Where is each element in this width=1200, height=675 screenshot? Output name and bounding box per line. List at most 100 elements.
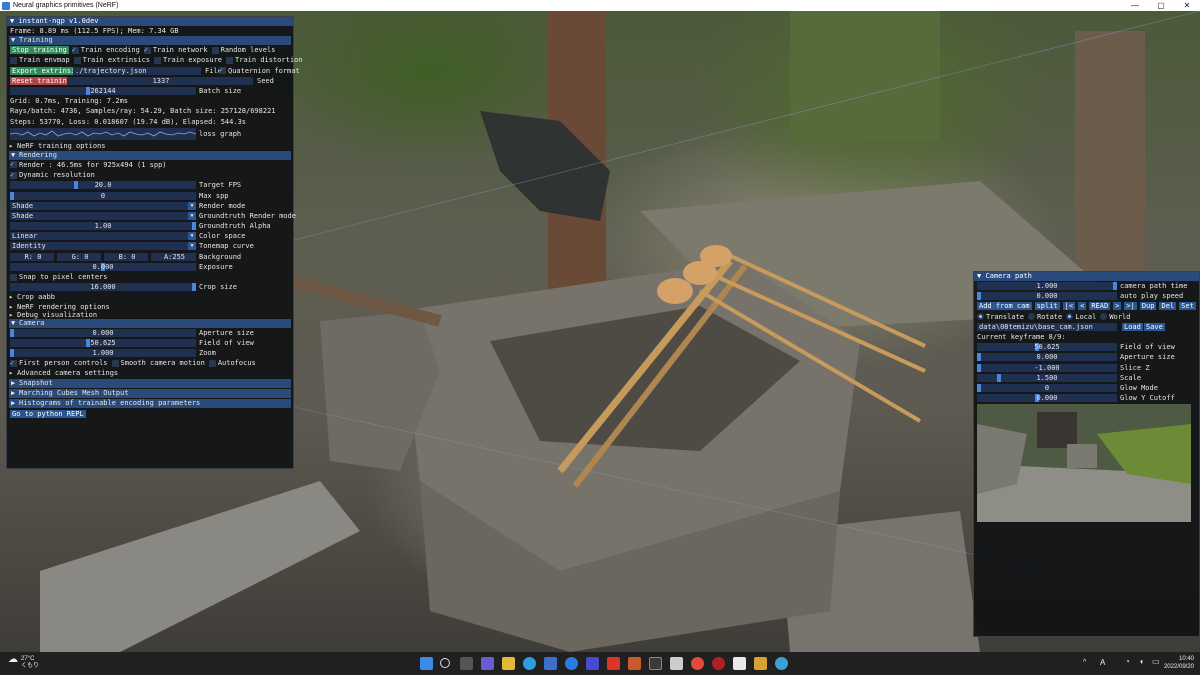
slider-grab[interactable] (977, 363, 981, 372)
train-extrinsics-checkbox[interactable]: Train extrinsics (73, 55, 150, 65)
clock[interactable]: 10:40 2022/09/20 (1164, 655, 1194, 671)
slider-grab[interactable] (192, 222, 196, 231)
start-icon[interactable] (420, 657, 433, 670)
train-encoding-checkbox[interactable]: Train encoding (71, 45, 140, 55)
background-r-input[interactable]: R: 0 (10, 252, 54, 261)
volume-icon[interactable]: ◖ (1139, 657, 1144, 666)
background-b-input[interactable]: B: 0 (104, 252, 148, 261)
python-repl-button[interactable]: Go to python REPL (10, 409, 86, 418)
slider-grab[interactable] (10, 191, 14, 200)
keyframe-fov-slider[interactable]: 50.625 (977, 343, 1117, 352)
app-icon-blue[interactable] (586, 657, 599, 670)
slider-grab[interactable] (192, 283, 196, 292)
wifi-icon[interactable]: ◔ (1125, 657, 1130, 666)
smooth-motion-checkbox[interactable]: Smooth camera motion (111, 358, 205, 368)
slider-grab[interactable] (73, 181, 78, 190)
chrome-icon[interactable] (691, 657, 704, 670)
split-button[interactable]: split (1034, 302, 1060, 311)
marching-cubes-header[interactable]: ▶ Marching Cubes Mesh Output (9, 389, 291, 399)
edge-dev-icon[interactable] (565, 657, 578, 670)
train-network-checkbox[interactable]: Train network (143, 45, 208, 55)
camera-header[interactable]: ▼ Camera (9, 318, 291, 328)
glow-mode-slider[interactable]: 0 (977, 383, 1117, 392)
minimize-button[interactable]: — (1122, 0, 1148, 11)
crop-size-slider[interactable]: 16.000 (10, 283, 196, 292)
maximize-button[interactable]: ▢ (1148, 0, 1174, 11)
task-view-icon[interactable] (460, 657, 473, 670)
tonemap-select[interactable]: Identity ▼ (10, 242, 196, 251)
camera-path-panel[interactable]: ▼ Camera path 1.000 camera path time 0.0… (973, 271, 1200, 637)
app-icon-grey[interactable] (670, 657, 683, 670)
rotate-radio[interactable]: Rotate (1027, 312, 1062, 322)
train-distortion-checkbox[interactable]: Train distortion (226, 55, 302, 65)
zoom-slider[interactable]: 1.000 (10, 348, 196, 357)
aperture-slider[interactable]: 0.000 (10, 328, 196, 337)
trajectory-file-input[interactable]: ./trajectory.json (73, 66, 201, 75)
store-icon[interactable] (544, 657, 557, 670)
slider-grab[interactable] (1113, 282, 1117, 291)
batch-size-slider[interactable]: 262144 (10, 87, 196, 96)
seed-input[interactable]: 1337 (67, 76, 253, 85)
file-explorer-icon[interactable] (502, 657, 515, 670)
nerf-training-options-node[interactable]: ▸ NeRF training options (7, 141, 293, 151)
ime-indicator[interactable]: A (1100, 658, 1105, 667)
translate-radio[interactable]: Translate (977, 312, 1024, 322)
local-radio[interactable]: Local (1066, 312, 1096, 322)
slice-z-slider[interactable]: -1.000 (977, 363, 1117, 372)
edge-icon[interactable] (523, 657, 536, 670)
keyframe-aperture-slider[interactable]: 0.000 (977, 353, 1117, 362)
slider-grab[interactable] (997, 373, 1001, 382)
panel-title[interactable]: ▼ instant-ngp v1.0dev (7, 17, 293, 26)
instant-ngp-panel[interactable]: ▼ instant-ngp v1.0dev Frame: 8.89 ms (11… (6, 16, 302, 469)
nerf-rendering-options-node[interactable]: ▸ NeRF rendering options (7, 303, 293, 311)
stop-training-button[interactable]: Stop training (10, 46, 69, 55)
snap-to-pixel-checkbox[interactable]: Snap to pixel centers (10, 272, 108, 282)
histograms-header[interactable]: ▶ Histograms of trainable encoding parame… (9, 399, 291, 409)
crop-aabb-node[interactable]: ▸ Crop aabb (7, 292, 293, 302)
first-keyframe-button[interactable]: |< (1062, 302, 1076, 311)
render-mode-select[interactable]: Shade ▼ (10, 201, 196, 210)
snapshot-header[interactable]: ▶ Snapshot (9, 379, 291, 389)
reset-training-button[interactable]: Reset training (10, 76, 74, 85)
dynamic-resolution-checkbox[interactable]: Dynamic resolution (10, 170, 95, 180)
save-button[interactable]: Save (1144, 322, 1165, 331)
set-button[interactable]: Set (1179, 302, 1196, 311)
camera-file-input[interactable]: data\08temizu\base_cam.json (977, 322, 1117, 331)
window-title-bar[interactable]: Neural graphics primitives (NeRF) — ▢ ✕ (0, 0, 1200, 11)
slider-grab[interactable] (10, 348, 14, 357)
render-checkbox[interactable]: Render : 46.5ms for 925x494 (1 spp) (10, 159, 167, 170)
slider-grab[interactable] (977, 383, 981, 392)
app-icon-orange[interactable] (628, 657, 641, 670)
load-button[interactable]: Load (1122, 322, 1143, 331)
last-keyframe-button[interactable]: >| (1124, 302, 1137, 311)
world-radio[interactable]: World (1100, 312, 1130, 322)
auto-play-speed-slider[interactable]: 0.000 (977, 292, 1117, 301)
slider-grab[interactable] (977, 292, 981, 301)
security-icon[interactable] (607, 657, 620, 670)
quaternion-format-checkbox[interactable]: Quaternion format (219, 65, 300, 76)
del-button[interactable]: Del (1159, 302, 1177, 311)
slider-grab[interactable] (977, 353, 981, 362)
random-levels-checkbox[interactable]: Random levels (211, 45, 275, 55)
fov-slider[interactable]: 50.625 (10, 338, 196, 347)
max-spp-slider[interactable]: 0 (10, 191, 196, 200)
camera-path-header[interactable]: ▼ Camera path (974, 272, 1199, 281)
autofocus-checkbox[interactable]: Autofocus (208, 358, 256, 368)
train-exposure-checkbox[interactable]: Train exposure (154, 55, 222, 65)
camera-path-time-slider[interactable]: 1.000 (977, 282, 1117, 291)
chat-icon[interactable] (481, 657, 494, 670)
read-button[interactable]: READ (1089, 302, 1111, 311)
scale-slider[interactable]: 1.500 (977, 373, 1117, 382)
globe-icon[interactable] (775, 657, 788, 670)
advanced-camera-settings-node[interactable]: ▸ Advanced camera settings (7, 368, 293, 378)
glow-y-cutoff-slider[interactable]: 0.000 (977, 394, 1117, 403)
chevron-up-icon[interactable]: ^ (1083, 659, 1086, 666)
target-fps-slider[interactable]: 20.0 (10, 181, 196, 190)
weather-widget[interactable]: ☁ 27°C くもり (8, 655, 39, 670)
record-icon[interactable] (712, 657, 725, 670)
close-button[interactable]: ✕ (1174, 0, 1200, 11)
search-icon[interactable] (440, 658, 450, 668)
app-icon-yellow[interactable] (754, 657, 767, 670)
background-a-input[interactable]: A:255 (151, 252, 196, 261)
rendering-header[interactable]: ▼ Rendering (9, 150, 291, 160)
